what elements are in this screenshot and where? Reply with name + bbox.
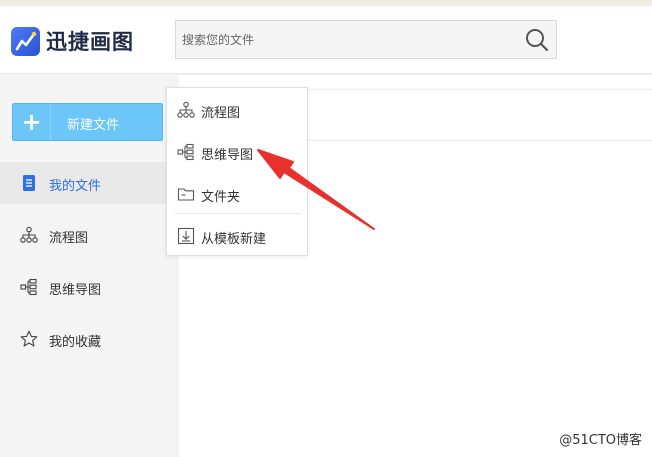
sidebar-item-label: 流程图 bbox=[49, 231, 89, 246]
menu-item-folder[interactable]: 文件夹 bbox=[167, 173, 307, 213]
menu-item-label: 文件夹 bbox=[201, 190, 241, 205]
menu-item-label: 思维导图 bbox=[201, 148, 254, 163]
flowchart-icon bbox=[20, 226, 38, 243]
sidebar-item-label: 我的收藏 bbox=[49, 335, 102, 350]
sidebar-item-label: 我的文件 bbox=[49, 179, 102, 194]
watermark: @51CTO博客 bbox=[559, 433, 642, 448]
document-icon bbox=[23, 175, 35, 191]
sidebar: + 新建文件 我的文件 流程图 思维导图 我的收藏 bbox=[0, 75, 179, 457]
menu-item-new-from-template[interactable]: 从模板新建 bbox=[167, 215, 307, 255]
menu-item-label: 流程图 bbox=[201, 106, 241, 121]
app-logo[interactable]: 迅捷画图 bbox=[11, 26, 134, 56]
logo-icon bbox=[11, 26, 40, 56]
template-import-icon bbox=[177, 227, 195, 245]
sidebar-item-flowchart[interactable]: 流程图 bbox=[0, 214, 167, 256]
sidebar-item-mindmap[interactable]: 思维导图 bbox=[0, 266, 167, 308]
search-icon bbox=[526, 29, 549, 52]
new-file-dropdown-menu: 流程图 思维导图 文件夹 从模板新建 bbox=[166, 87, 308, 256]
search-button[interactable] bbox=[524, 27, 550, 53]
menu-item-mindmap[interactable]: 思维导图 bbox=[167, 131, 307, 171]
search-input[interactable] bbox=[176, 21, 516, 58]
new-file-button[interactable]: + 新建文件 bbox=[12, 103, 163, 141]
sidebar-item-label: 思维导图 bbox=[49, 283, 102, 298]
header: 迅捷画图 bbox=[0, 6, 652, 74]
menu-divider bbox=[175, 213, 301, 214]
sidebar-item-my-files[interactable]: 我的文件 bbox=[0, 162, 167, 204]
mindmap-icon bbox=[20, 278, 37, 296]
sidebar-item-favorites[interactable]: 我的收藏 bbox=[0, 318, 167, 360]
star-icon bbox=[20, 330, 38, 347]
folder-icon bbox=[177, 188, 195, 201]
plus-icon: + bbox=[13, 104, 51, 140]
menu-item-flowchart[interactable]: 流程图 bbox=[167, 89, 307, 129]
mindmap-icon bbox=[177, 143, 194, 161]
app-name: 迅捷画图 bbox=[46, 30, 134, 54]
new-file-label: 新建文件 bbox=[67, 118, 120, 133]
search-box bbox=[175, 20, 557, 59]
menu-item-label: 从模板新建 bbox=[201, 232, 267, 247]
flowchart-icon bbox=[177, 101, 195, 118]
